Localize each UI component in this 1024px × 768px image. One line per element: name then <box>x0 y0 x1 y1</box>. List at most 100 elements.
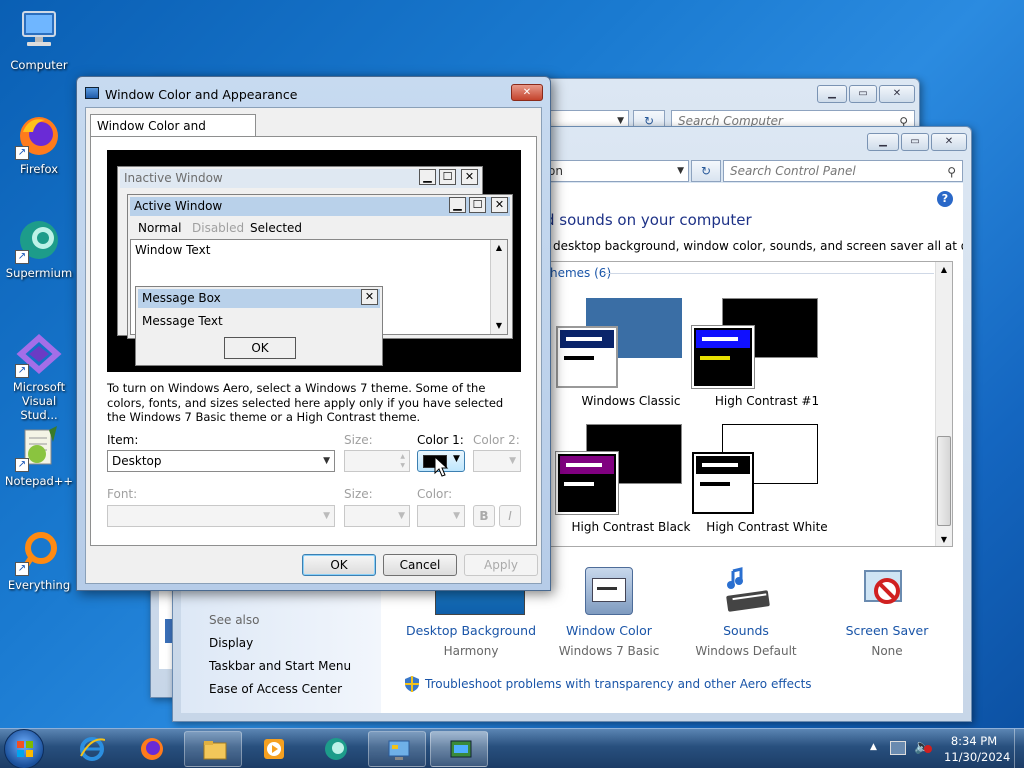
refresh-button[interactable]: ↻ <box>691 160 721 182</box>
color2-picker[interactable]: ▼ <box>473 450 521 472</box>
computer-icon <box>15 8 63 56</box>
desktop-icon-firefox[interactable]: ↗ Firefox <box>4 112 74 176</box>
show-desktop-button[interactable] <box>1014 729 1024 768</box>
taskbar-firefox[interactable] <box>122 731 180 767</box>
troubleshoot-link[interactable]: Troubleshoot problems with transparency … <box>425 677 812 691</box>
firefox-icon: ↗ <box>15 112 63 160</box>
desktop-icon-label: Notepad++ <box>4 474 74 488</box>
window-color-appearance-dialog[interactable]: Window Color and Appearance ✕ Window Col… <box>76 76 551 591</box>
minimize-button[interactable]: ▁ <box>817 85 847 103</box>
desktop-icon-visual-studio[interactable]: ↗ Microsoft Visual Stud... <box>4 330 74 422</box>
theme-high-contrast-1[interactable]: High Contrast #1 <box>691 298 852 408</box>
clock-time: 8:34 PM <box>950 734 998 748</box>
themes-list[interactable]: hemes (6) Windows Classic High Contrast … <box>541 261 953 547</box>
see-also-display[interactable]: Display <box>209 636 253 650</box>
see-also-ease-of-access[interactable]: Ease of Access Center <box>209 682 342 696</box>
size-spinner[interactable]: ▲ ▼ <box>344 450 410 472</box>
clock[interactable]: 8:34 PM 11/30/2024 <box>944 733 1010 765</box>
screen-saver-icon[interactable] <box>861 567 909 615</box>
screen-saver-label[interactable]: Screen Saver <box>817 623 957 638</box>
chevron-down-icon: ▼ <box>323 456 330 466</box>
size-label: Size: <box>344 433 373 447</box>
firefox-icon <box>141 738 163 760</box>
window-text: Window Text <box>135 243 211 257</box>
menu-disabled: Disabled <box>192 221 245 235</box>
window-color-item[interactable]: Window Color Windows 7 Basic <box>529 623 689 658</box>
appearance-preview[interactable]: Inactive Window ▁ ☐ ✕ Active Window ▁ ☐ … <box>107 150 521 372</box>
taskbar-media-player[interactable] <box>244 731 302 767</box>
font-size-label: Size: <box>344 487 373 501</box>
font-color-picker[interactable]: ▼ <box>417 505 465 527</box>
supermium-icon <box>325 738 347 760</box>
shield-icon <box>405 676 419 692</box>
minimize-icon: ▁ <box>419 169 436 185</box>
close-icon: ✕ <box>361 289 378 305</box>
item-select[interactable]: Desktop ▼ <box>107 450 335 472</box>
scroll-thumb[interactable] <box>937 436 951 526</box>
notepadpp-icon: ↗ <box>15 424 63 472</box>
theme-name: Windows Classic <box>581 394 681 408</box>
dialog-close-button[interactable]: ✕ <box>511 84 543 101</box>
taskbar-explorer[interactable] <box>184 731 242 767</box>
shortcut-arrow-icon: ↗ <box>15 146 29 160</box>
dialog-title: Window Color and Appearance <box>105 87 298 102</box>
desktop-icon-label: Firefox <box>19 162 59 176</box>
ok-button[interactable]: OK <box>302 554 376 576</box>
themes-scrollbar[interactable]: ▲ ▼ <box>935 262 952 546</box>
help-button[interactable]: ? <box>937 191 953 207</box>
volume-muted-icon[interactable]: 🔈 <box>914 739 934 757</box>
taskbar-ie[interactable] <box>62 731 120 767</box>
desktop-icon-notepadpp[interactable]: ↗ Notepad++ <box>4 424 74 488</box>
maximize-button[interactable]: ▭ <box>901 133 929 151</box>
theme-name: High Contrast Black <box>571 520 691 534</box>
show-hidden-icons-button[interactable]: ▲ <box>870 742 877 752</box>
menu-selected: Selected <box>250 221 303 235</box>
taskbar: ▲ 🔈 8:34 PM 11/30/2024 <box>0 728 1024 768</box>
sounds-value: Windows Default <box>695 644 797 658</box>
window-color-icon[interactable] <box>585 567 633 615</box>
item-label: Item: <box>107 433 139 447</box>
start-button[interactable] <box>4 729 44 768</box>
taskbar-control-panel[interactable] <box>368 731 426 767</box>
desktop-icon-computer[interactable]: Computer <box>4 8 74 72</box>
scroll-up-icon[interactable]: ▲ <box>936 262 952 278</box>
theme-high-contrast-white[interactable]: High Contrast White <box>692 424 852 534</box>
search-icon: ⚲ <box>947 165 956 179</box>
tab-window-color-appearance[interactable]: Window Color and Appearance <box>90 114 256 155</box>
desktop-icon-label: Everything <box>7 578 71 592</box>
font-select[interactable]: ▼ <box>107 505 335 527</box>
italic-button[interactable]: I <box>499 505 521 527</box>
everything-icon: ↗ <box>15 528 63 576</box>
network-icon[interactable] <box>890 741 906 755</box>
group-divider <box>604 273 934 274</box>
desktop-icon-everything[interactable]: ↗ Everything <box>4 528 74 592</box>
address-bar[interactable]: on ▼ <box>541 160 689 182</box>
cancel-button[interactable]: Cancel <box>383 554 457 576</box>
taskbar-window-color[interactable] <box>430 731 488 767</box>
chevron-down-icon: ▼ <box>509 456 516 466</box>
taskbar-supermium[interactable] <box>306 731 364 767</box>
sounds-label[interactable]: Sounds <box>671 623 821 638</box>
scroll-down-icon[interactable]: ▼ <box>936 532 952 546</box>
maximize-button[interactable]: ▭ <box>849 85 877 103</box>
chevron-down-icon: ▼ <box>453 511 460 521</box>
sounds-item[interactable]: Sounds Windows Default <box>671 623 821 658</box>
control-panel-icon <box>388 740 410 760</box>
close-button[interactable]: ✕ <box>931 133 967 151</box>
themes-group-header: hemes (6) <box>550 266 612 280</box>
theme-thumbnail-window <box>691 325 755 389</box>
bold-button[interactable]: B <box>473 505 495 527</box>
desktop-icon-supermium[interactable]: ↗ Supermium <box>4 216 74 280</box>
close-button[interactable]: ✕ <box>879 85 915 103</box>
scroll-up-icon: ▲ <box>495 243 503 252</box>
page-subheading: desktop background, window color, sounds… <box>553 239 963 253</box>
minimize-button[interactable]: ▁ <box>867 133 899 151</box>
search-input[interactable]: Search Control Panel ⚲ <box>723 160 963 182</box>
see-also-taskbar[interactable]: Taskbar and Start Menu <box>209 659 351 673</box>
screen-saver-item[interactable]: Screen Saver None <box>817 623 957 658</box>
spin-up-icon[interactable]: ▲ ▼ <box>400 452 405 470</box>
window-color-label[interactable]: Window Color <box>529 623 689 638</box>
apply-button[interactable]: Apply <box>464 554 538 576</box>
font-size-select[interactable]: ▼ <box>344 505 410 527</box>
sounds-icon[interactable] <box>721 567 773 615</box>
